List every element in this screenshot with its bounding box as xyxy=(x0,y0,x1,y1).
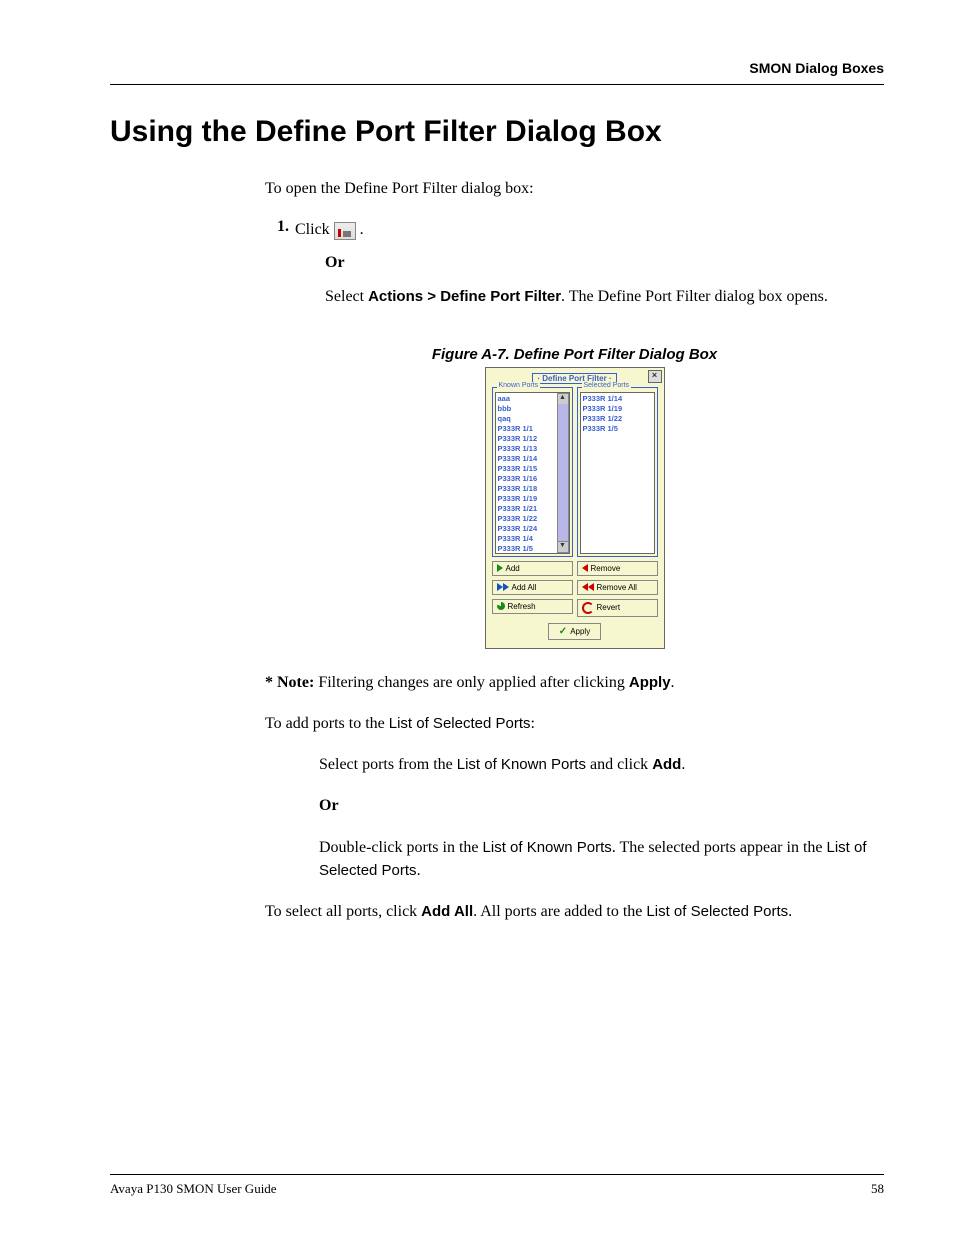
list-item[interactable]: P333R 1/22 xyxy=(583,414,652,424)
menu-path: Actions > Define Port Filter xyxy=(368,288,561,305)
add-intro-post: : xyxy=(531,715,535,732)
list-item[interactable]: P333R 1/5 xyxy=(583,424,652,434)
add1-pre: Select ports from the xyxy=(319,756,457,773)
removeall-label: Remove All xyxy=(597,583,637,592)
apply-label: Apply xyxy=(570,627,590,636)
page-title: Using the Define Port Filter Dialog Box xyxy=(110,115,884,149)
select-instruction: Select Actions > Define Port Filter. The… xyxy=(325,285,884,308)
addall-label: Add All xyxy=(512,583,537,592)
all-mid: . All ports are added to the xyxy=(473,903,646,920)
all-ui: List of Selected Ports xyxy=(646,903,788,920)
intro-text: To open the Define Port Filter dialog bo… xyxy=(265,177,884,200)
add1-ui: List of Known Ports xyxy=(457,756,586,773)
revert-label: Revert xyxy=(597,603,621,612)
add2-pre: Double-click ports in the xyxy=(319,839,483,856)
add1-end: . xyxy=(681,756,685,773)
note-end: . xyxy=(671,674,675,691)
select-post: . The Define Port Filter dialog box open… xyxy=(561,288,828,305)
refresh-icon xyxy=(497,602,505,610)
add-intro: To add ports to the List of Selected Por… xyxy=(265,712,884,735)
step-content: Click . Or Select Actions > Define Port … xyxy=(295,218,884,326)
page-footer: Avaya P130 SMON User Guide 58 xyxy=(110,1174,884,1197)
add-intro-ui: List of Selected Ports xyxy=(389,715,531,732)
header-rule xyxy=(110,84,884,85)
add1-bold: Add xyxy=(652,756,681,773)
add-intro-pre: To add ports to the xyxy=(265,715,389,732)
list-item[interactable]: P333R 1/19 xyxy=(583,404,652,414)
known-ports-label: Known Ports xyxy=(497,382,541,389)
remove-label: Remove xyxy=(591,564,621,573)
play-right-icon xyxy=(497,564,503,572)
add-step-1: Select ports from the List of Known Port… xyxy=(319,753,884,776)
refresh-button[interactable]: Refresh xyxy=(492,599,573,614)
remove-button[interactable]: Remove xyxy=(577,561,658,576)
click-period: . xyxy=(360,221,364,238)
add1-mid: and click xyxy=(586,756,652,773)
play-left-icon xyxy=(582,564,588,572)
add2-ui1: List of Known Ports xyxy=(483,839,612,856)
all-pre: To select all ports, click xyxy=(265,903,421,920)
footer-left: Avaya P130 SMON User Guide xyxy=(110,1181,277,1197)
page-number: 58 xyxy=(871,1181,884,1197)
apply-button[interactable]: ✓Apply xyxy=(548,623,601,640)
revert-button[interactable]: Revert xyxy=(577,599,658,617)
footer-rule xyxy=(110,1174,884,1175)
or-label-2: Or xyxy=(319,794,884,817)
figure-wrap: × · Define Port Filter · Known Ports ▲ ▼… xyxy=(265,367,884,649)
note-apply: Apply xyxy=(629,674,671,691)
select-all-line: To select all ports, click Add All. All … xyxy=(265,900,884,923)
add-step-2: Double-click ports in the List of Known … xyxy=(319,836,884,882)
define-port-filter-dialog: × · Define Port Filter · Known Ports ▲ ▼… xyxy=(485,367,665,649)
figure-caption: Figure A-7. Define Port Filter Dialog Bo… xyxy=(265,346,884,363)
scroll-down-icon[interactable]: ▼ xyxy=(557,541,569,553)
selected-ports-label: Selected Ports xyxy=(582,382,632,389)
scroll-track[interactable] xyxy=(557,404,569,542)
step-number: 1. xyxy=(265,218,295,326)
step-1: 1. Click . Or Select Actions > Define Po… xyxy=(265,218,884,326)
note-prefix: * Note: xyxy=(265,674,314,691)
known-ports-list[interactable]: ▲ ▼ aaabbbqaqP333R 1/1P333R 1/12P333R 1/… xyxy=(495,392,570,554)
check-icon: ✓ xyxy=(559,626,567,637)
add-all-button[interactable]: Add All xyxy=(492,580,573,595)
all-bold: Add All xyxy=(421,903,473,920)
list-item[interactable]: P333R 1/14 xyxy=(583,394,652,404)
selected-ports-panel: Selected Ports P333R 1/14P333R 1/19P333R… xyxy=(577,387,658,557)
note-text: Filtering changes are only applied after… xyxy=(314,674,629,691)
add-label: Add xyxy=(506,564,520,573)
select-pre: Select xyxy=(325,288,368,305)
add2-end: . xyxy=(417,862,421,879)
close-icon[interactable]: × xyxy=(648,370,662,383)
revert-icon xyxy=(582,602,594,614)
or-label-1: Or xyxy=(325,251,884,274)
all-end: . xyxy=(788,903,792,920)
remove-all-button[interactable]: Remove All xyxy=(577,580,658,595)
double-right-icon xyxy=(497,583,509,591)
note-line: * Note: Filtering changes are only appli… xyxy=(265,671,884,694)
double-left-icon xyxy=(582,583,594,591)
add2-mid: . The selected ports appear in the xyxy=(612,839,827,856)
known-ports-panel: Known Ports ▲ ▼ aaabbbqaqP333R 1/1P333R … xyxy=(492,387,573,557)
filter-toolbar-icon xyxy=(334,222,356,240)
refresh-label: Refresh xyxy=(508,602,536,611)
section-header: SMON Dialog Boxes xyxy=(110,60,884,76)
click-text: Click xyxy=(295,221,334,238)
add-button[interactable]: Add xyxy=(492,561,573,576)
selected-ports-list[interactable]: P333R 1/14P333R 1/19P333R 1/22P333R 1/5 xyxy=(580,392,655,554)
